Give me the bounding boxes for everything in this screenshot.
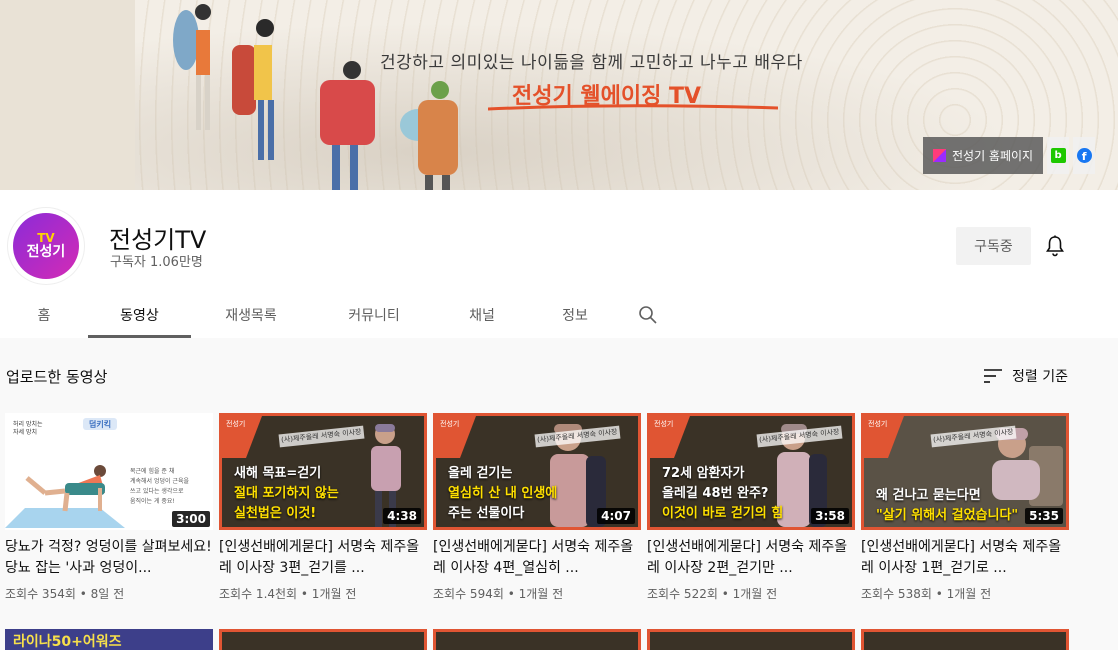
video-title[interactable]: [인생선배에게묻다] 서명숙 제주올레 이사장 3편_걷기를 ...	[219, 537, 427, 579]
subscribed-button[interactable]: 구독중	[956, 227, 1031, 265]
thumbnail-caption-3: 주는 선물이다	[448, 506, 525, 521]
naver-blog-link[interactable]: b	[1047, 137, 1070, 174]
video-duration: 4:38	[383, 508, 421, 524]
avatar-logo: TV 전성기	[13, 213, 79, 279]
banner-margin	[0, 0, 135, 190]
thumbnail-caption-3: 이것이 바로 걷기의 힘	[662, 506, 784, 521]
tab-community[interactable]: 커뮤니티	[311, 292, 437, 338]
svg-text:움직이는 게 중요!: 움직이는 게 중요!	[130, 497, 175, 505]
banner-tagline: 건강하고 의미있는 나이듦을 함께 고민하고 나누고 배우다	[380, 53, 803, 73]
svg-text:자세 망치: 자세 망치	[13, 428, 37, 436]
thumbnail-caption-2: 올레길 48번 완주?	[662, 486, 769, 501]
video-duration: 5:35	[1025, 508, 1063, 524]
banner-brush-stroke	[488, 104, 778, 111]
video-title[interactable]: 당뇨가 걱정? 엉덩이를 살펴보세요! 당뇨 잡는 '사과 엉덩이...	[5, 537, 213, 579]
svg-text:쓰고 있다는 생각으로: 쓰고 있다는 생각으로	[130, 487, 184, 495]
tab-channels[interactable]: 채널	[437, 292, 527, 338]
thumbnail-caption-2: 절대 포기하지 않는	[234, 486, 339, 501]
thumbnail-caption-1: 왜 걷나고 묻는다면	[876, 488, 981, 503]
channel-header: TV 전성기 전성기TV 구독자 1.06만명 구독중 홈 동영상 재생목록 커…	[0, 190, 1118, 338]
video-duration: 3:00	[172, 511, 210, 527]
naver-blog-icon: b	[1050, 148, 1066, 163]
homepage-link-label: 전성기 홈페이지	[952, 149, 1034, 163]
search-icon	[639, 306, 657, 324]
video-thumbnail[interactable]: 전성기 (사)제주올레 서명숙 이사장 새해 목표=걷기 절대 포기하지 않는 …	[219, 413, 427, 530]
svg-text:복근에 힘을 준 채: 복근에 힘을 준 채	[130, 467, 174, 475]
brand-tag: 전성기	[650, 416, 690, 458]
brand-tag: 전성기	[436, 416, 476, 458]
thumbnail-caption-1: 72세 암환자가	[662, 466, 745, 481]
thumbnail-caption-2: "살기 위해서 걸었습니다"	[876, 508, 1019, 523]
thumbnail-caption-1: 새해 목표=걷기	[234, 466, 322, 481]
video-card[interactable]: 전성기 (사)제주올레 서명숙 이사장 새해 목표=걷기 절대 포기하지 않는 …	[219, 413, 427, 602]
thumb-badge: 덤키킥	[89, 419, 111, 429]
tab-playlists[interactable]: 재생목록	[191, 292, 311, 338]
video-thumbnail[interactable]: 허리 망치는 자세 망치 덤키킥 복근에 힘을 준 채 계속해서 엉덩이 근육을…	[5, 413, 213, 530]
section-title: 업로드한 동영상	[6, 368, 108, 386]
thumbnail-caption-3: 실천법은 이것!	[234, 506, 317, 521]
channel-avatar[interactable]: TV 전성기	[8, 208, 84, 284]
video-card[interactable]: 전성기 (사)제주올레 서명숙 이사장 올레 걷기는 열심히 산 내 인생에 주…	[433, 413, 641, 602]
brand-tag: 전성기	[864, 416, 904, 458]
svg-text:계속해서 엉덩이 근육을: 계속해서 엉덩이 근육을	[130, 477, 189, 485]
video-thumbnail[interactable]	[219, 629, 427, 650]
thumbnail-sign: (사)제주올레 서명숙 이사장	[278, 425, 365, 448]
sort-label: 정렬 기준	[1012, 369, 1068, 385]
tab-about[interactable]: 정보	[527, 292, 623, 338]
channel-tabs: 홈 동영상 재생목록 커뮤니티 채널 정보	[0, 292, 673, 338]
video-thumbnail[interactable]	[861, 629, 1069, 650]
video-grid-row-2: 라이나50+어워즈	[5, 629, 1069, 650]
video-thumbnail[interactable]: 전성기 (사)제주올레 서명숙 이사장 왜 걷나고 묻는다면 "살기 위해서 걸…	[861, 413, 1069, 530]
channel-links: 전성기 홈페이지 b f	[923, 137, 1118, 174]
channel-banner: 건강하고 의미있는 나이듦을 함께 고민하고 나누고 배우다 전성기 웰에이징 …	[0, 0, 1118, 190]
svg-text:허리 망치는: 허리 망치는	[13, 420, 43, 428]
video-thumbnail[interactable]: 전성기 (사)제주올레 서명숙 이사장 올레 걷기는 열심히 산 내 인생에 주…	[433, 413, 641, 530]
video-duration: 4:07	[597, 508, 635, 524]
video-thumbnail[interactable]	[433, 629, 641, 650]
video-title[interactable]: [인생선배에게묻다] 서명숙 제주올레 이사장 4편_열심히 ...	[433, 537, 641, 579]
video-thumbnail[interactable]: 전성기 (사)제주올레 서명숙 이사장 72세 암환자가 올레길 48번 완주?…	[647, 413, 855, 530]
video-meta: 조회수 354회 • 8일 전	[5, 587, 125, 601]
sort-icon	[984, 369, 1002, 383]
facebook-icon: f	[1076, 148, 1092, 163]
video-meta: 조회수 538회 • 1개월 전	[861, 587, 992, 601]
video-card[interactable]: 전성기 (사)제주올레 서명숙 이사장 왜 걷나고 묻는다면 "살기 위해서 걸…	[861, 413, 1069, 602]
channel-name: 전성기TV	[109, 226, 207, 254]
thumbnail-caption-2: 열심히 산 내 인생에	[448, 486, 558, 501]
video-card[interactable]: 전성기 (사)제주올레 서명숙 이사장 72세 암환자가 올레길 48번 완주?…	[647, 413, 855, 602]
channel-search-button[interactable]	[623, 292, 673, 338]
sort-button[interactable]: 정렬 기준	[984, 366, 1068, 386]
subscriber-count: 구독자 1.06만명	[110, 255, 203, 270]
avatar-name-text: 전성기	[26, 244, 66, 260]
video-meta: 조회수 522회 • 1개월 전	[647, 587, 778, 601]
video-duration: 3:58	[811, 508, 849, 524]
video-grid: 허리 망치는 자세 망치 덤키킥 복근에 힘을 준 채 계속해서 엉덩이 근육을…	[5, 413, 1069, 602]
video-title[interactable]: [인생선배에게묻다] 서명숙 제주올레 이사장 2편_걷기만 ...	[647, 537, 855, 579]
video-meta: 조회수 594회 • 1개월 전	[433, 587, 564, 601]
hiker-figures-illustration	[173, 4, 458, 190]
video-thumbnail[interactable]: 라이나50+어워즈	[5, 629, 213, 650]
thumbnail-caption-1: 올레 걷기는	[448, 466, 513, 481]
video-meta: 조회수 1.4천회 • 1개월 전	[219, 587, 357, 601]
brand-tag: 전성기	[222, 416, 262, 458]
video-card[interactable]: 허리 망치는 자세 망치 덤키킥 복근에 힘을 준 채 계속해서 엉덩이 근육을…	[5, 413, 213, 602]
homepage-icon	[933, 149, 946, 162]
bell-icon[interactable]	[1043, 234, 1067, 258]
video-title[interactable]: [인생선배에게묻다] 서명숙 제주올레 이사장 1편_걷기로 ...	[861, 537, 1069, 579]
homepage-link[interactable]: 전성기 홈페이지	[923, 137, 1044, 174]
facebook-link[interactable]: f	[1073, 137, 1096, 174]
video-thumbnail[interactable]	[647, 629, 855, 650]
tab-videos[interactable]: 동영상	[88, 292, 191, 338]
tab-home[interactable]: 홈	[0, 292, 88, 338]
avatar-tv-text: TV	[37, 231, 55, 245]
